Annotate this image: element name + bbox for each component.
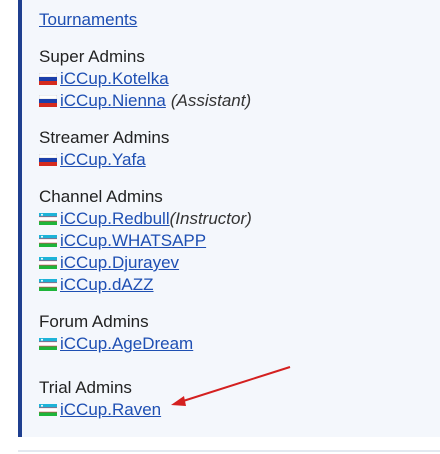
list-item: iCCup.Raven [39,399,429,421]
admin-list-page: Tournaments Super Admins iCCup.Kotelka i… [0,0,440,454]
forum-admins-section: Forum Admins iCCup.AgeDream [39,311,429,355]
member-link-kotelka[interactable]: iCCup.Kotelka [60,68,169,90]
list-item: iCCup.AgeDream [39,333,429,355]
channel-admins-section: Channel Admins iCCup.Redbull (Instructor… [39,186,429,296]
member-link-agedream[interactable]: iCCup.AgeDream [60,333,193,355]
russia-flag-icon [39,73,57,85]
list-item: iCCup.dAZZ [39,274,429,296]
member-link-redbull[interactable]: iCCup.Redbull [60,208,170,230]
uzbekistan-flag-icon [39,338,57,350]
section-title: Streamer Admins [39,128,170,147]
list-item: iCCup.Kotelka [39,68,429,90]
member-link-dazz[interactable]: iCCup.dAZZ [60,274,154,296]
section-title: Channel Admins [39,187,163,206]
member-link-whatsapp[interactable]: iCCup.WHATSAPP [60,230,206,252]
list-item: iCCup.Nienna (Assistant) [39,90,429,112]
uzbekistan-flag-icon [39,257,57,269]
member-link-yafa[interactable]: iCCup.Yafa [60,149,146,171]
russia-flag-icon [39,154,57,166]
super-admins-section: Super Admins iCCup.Kotelka iCCup.Nienna … [39,46,429,112]
divider [18,450,440,452]
section-title: Trial Admins [39,378,132,397]
member-note: (Instructor) [169,209,252,228]
tournaments-link[interactable]: Tournaments [39,9,137,31]
list-item: iCCup.Yafa [39,149,429,171]
uzbekistan-flag-icon [39,279,57,291]
uzbekistan-flag-icon [39,404,57,416]
trial-admins-section: Trial Admins iCCup.Raven [39,377,429,421]
list-item: iCCup.WHATSAPP [39,230,429,252]
russia-flag-icon [39,95,57,107]
member-link-djurayev[interactable]: iCCup.Djurayev [60,252,179,274]
streamer-admins-section: Streamer Admins iCCup.Yafa [39,127,429,171]
member-note: (Assistant) [170,91,252,110]
list-item: iCCup.Djurayev [39,252,429,274]
uzbekistan-flag-icon [39,213,57,225]
list-item: iCCup.Redbull (Instructor) [39,208,429,230]
section-title: Forum Admins [39,312,149,331]
member-link-nienna[interactable]: iCCup.Nienna [60,90,166,112]
uzbekistan-flag-icon [39,235,57,247]
section-title: Super Admins [39,47,145,66]
member-link-raven[interactable]: iCCup.Raven [60,399,161,421]
